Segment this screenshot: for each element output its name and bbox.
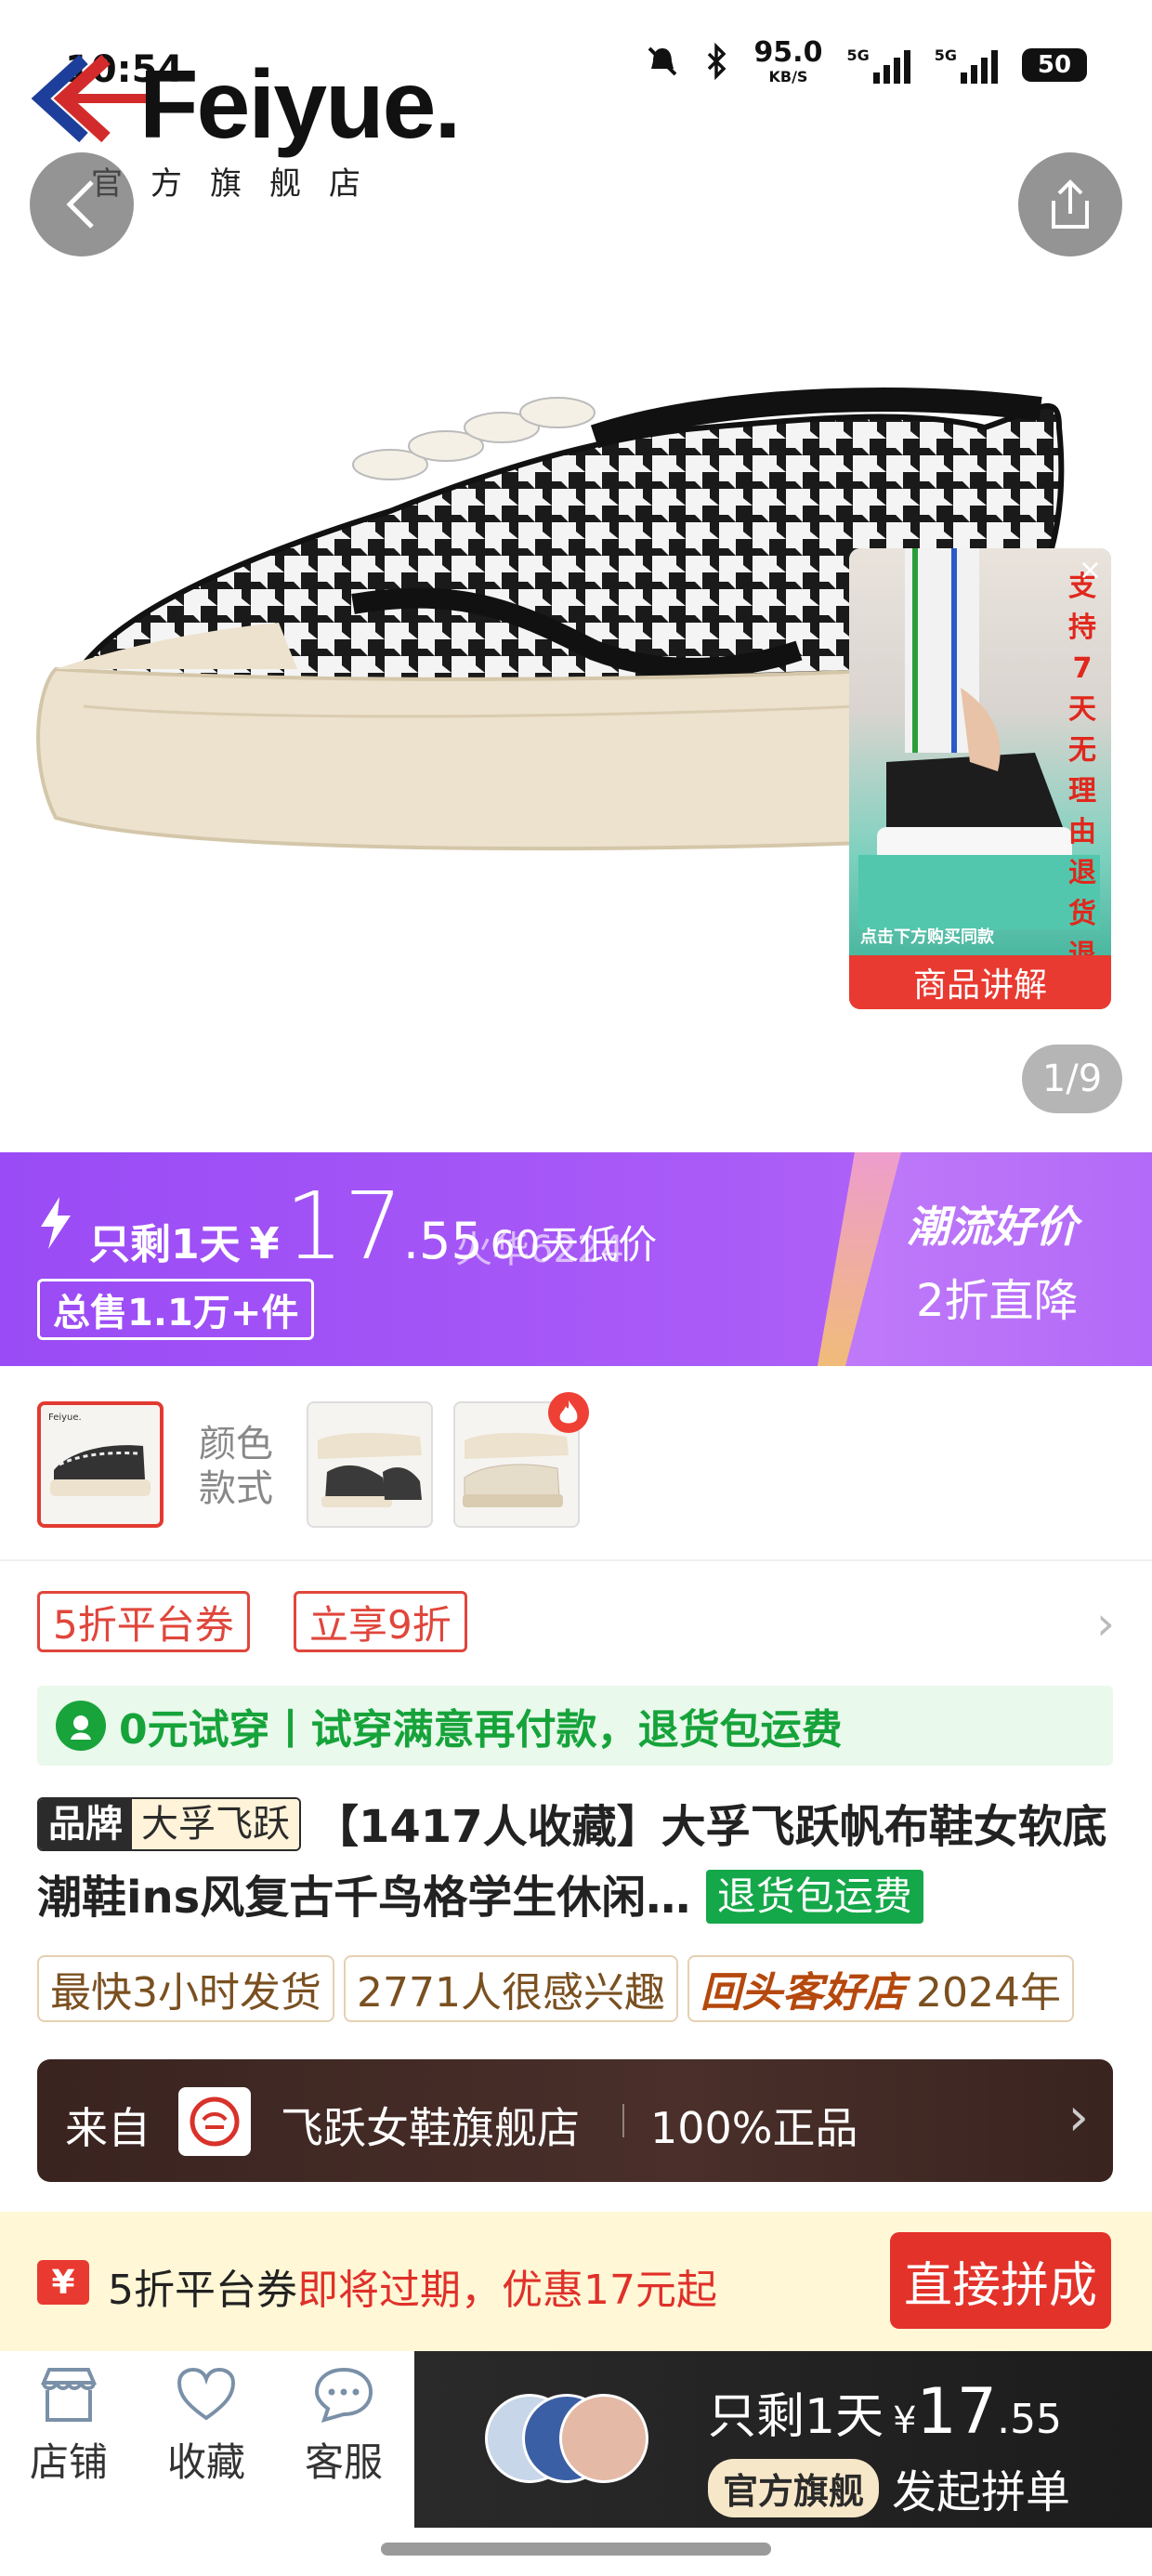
group-price: 只剩1天 ¥ 17 .55 [708, 2375, 1063, 2449]
authentic-label: 100%正品 [650, 2103, 858, 2153]
video-label[interactable]: 商品讲解 [849, 955, 1111, 1009]
video-caption: 点击下方购买同款 [860, 927, 994, 947]
close-icon[interactable]: × [1079, 554, 1102, 586]
info-tags: 最快3小时发货 2771人很感兴趣 回头客好店 2024年 [37, 1955, 1152, 2026]
shop-award-tag: 回头客好店 2024年 [687, 1955, 1074, 2022]
bottom-action-bar: 店铺 收藏 客服 只剩1天 ¥ 17 .55 官方旗舰 发起拼单 [0, 2351, 1152, 2528]
store-name: 飞跃女鞋旗舰店 [281, 2103, 580, 2153]
net-speed: 95.0 KB/S [753, 36, 823, 86]
logo-wordmark: Feiyue. [139, 51, 461, 159]
favorite-button[interactable]: 收藏 [141, 2366, 271, 2505]
carousel-page-indicator: 1/9 [1022, 1045, 1122, 1113]
official-store-badge: 官方旗舰 [708, 2458, 880, 2517]
video-side-text: 支持7天无理由退货退款 [1068, 571, 1096, 1009]
trial-badge-icon [56, 1701, 106, 1751]
hot-flame-icon [548, 1392, 589, 1433]
direct-group-button[interactable]: 直接拼成 [890, 2232, 1111, 2329]
bluetooth-icon [705, 42, 729, 88]
return-shipping-badge: 退货包运费 [705, 1870, 923, 1924]
chat-icon [314, 2367, 373, 2423]
store-from-label: 来自 [65, 2103, 151, 2153]
variant-thumb-houndstooth[interactable]: Feiyue. [37, 1401, 164, 1528]
lightning-icon [41, 1197, 71, 1249]
free-trial-banner[interactable]: 0元试穿丨试穿满意再付款，退货包运费 [37, 1686, 1113, 1766]
store-icon [40, 2368, 98, 2422]
group-avatars [485, 2394, 648, 2483]
chevron-left-icon [66, 180, 94, 229]
product-explain-video[interactable]: 支持7天无理由退货退款 × 点击下方购买同款 商品讲解 [849, 548, 1111, 1009]
shipping-tag: 最快3小时发货 [37, 1955, 334, 2022]
product-title: 品牌 大孚飞跃 【1417人收藏】大孚飞跃帆布鞋女软底潮鞋ins风复古千鸟格学生休闲… [37, 1792, 1133, 1933]
coupon-platform[interactable]: 5折平台券 [37, 1591, 250, 1652]
chevron-right-icon: › [1067, 2087, 1089, 2148]
share-icon [1052, 179, 1089, 229]
trend-subtitle: 2折直降 [916, 1275, 1079, 1327]
chevron-right-icon[interactable]: › [1096, 1597, 1115, 1650]
initiate-group-label: 发起拼单 [892, 2466, 1071, 2518]
currency-symbol: ¥ [249, 1218, 280, 1268]
avatar [559, 2394, 648, 2483]
interest-tag: 2771人很感兴趣 [344, 1955, 678, 2022]
svg-text:Feiyue.: Feiyue. [48, 1413, 82, 1423]
mute-icon [644, 43, 681, 88]
store-entry[interactable]: 来自 飞跃女鞋旗舰店 100%正品 › [37, 2059, 1113, 2182]
variant-thumb-pair[interactable] [307, 1401, 433, 1528]
logo-subtitle: 官方旗舰店 [91, 165, 388, 203]
trial-text: 0元试穿丨试穿满意再付款，退货包运费 [119, 1706, 843, 1754]
logo-chevron-icon [31, 54, 149, 143]
heart-icon [177, 2367, 236, 2421]
divider [622, 2104, 624, 2137]
coupon-discount[interactable]: 立享9折 [294, 1591, 467, 1652]
coupon-icon: ¥ [37, 2260, 89, 2305]
product-image-carousel[interactable]: 10:54 95.0 KB/S 5G 5G 50 Feiyue. 官方旗舰店 支… [0, 0, 1152, 1152]
group-buy-button[interactable]: 只剩1天 ¥ 17 .55 官方旗舰 发起拼单 [414, 2351, 1152, 2528]
battery-icon: 50 [1022, 48, 1087, 82]
shop-button[interactable]: 店铺 [4, 2366, 134, 2505]
signal-icon: 5G [846, 46, 910, 84]
price-banner: 只剩1天 ¥ 17 .55 60天低价 火华6224 总售1.1万+件 潮流好价… [0, 1152, 1152, 1366]
share-button[interactable] [1018, 152, 1122, 256]
store-logo [178, 2087, 251, 2156]
brand-badge[interactable]: 品牌 大孚飞跃 [37, 1797, 301, 1851]
home-indicator[interactable] [381, 2543, 771, 2556]
back-button[interactable] [30, 152, 134, 256]
expire-text: 5折平台券即将过期，优惠17元起 [108, 2267, 717, 2314]
coupon-expire-bar: ¥ 5折平台券即将过期，优惠17元起 直接拼成 [0, 2212, 1152, 2351]
price-watermark: 火华6224 [455, 1229, 624, 1271]
customer-service-button[interactable]: 客服 [279, 2366, 409, 2505]
status-icons: 95.0 KB/S 5G 5G 50 [644, 36, 1087, 89]
coupon-row[interactable]: 5折平台券 立享9折 › [0, 1580, 1152, 1663]
sold-count-badge: 总售1.1万+件 [37, 1279, 315, 1340]
trend-title: 潮流好价 [907, 1202, 1078, 1252]
signal-icon: 5G [935, 46, 998, 84]
color-style-label[interactable]: 颜色款式 [199, 1422, 292, 1511]
group-sub: 官方旗舰 发起拼单 [708, 2455, 1070, 2520]
price-integer: 17 [284, 1172, 403, 1281]
variant-selector: Feiyue. 颜色款式 [0, 1366, 1152, 1561]
time-remaining: 只剩1天 [89, 1221, 241, 1268]
